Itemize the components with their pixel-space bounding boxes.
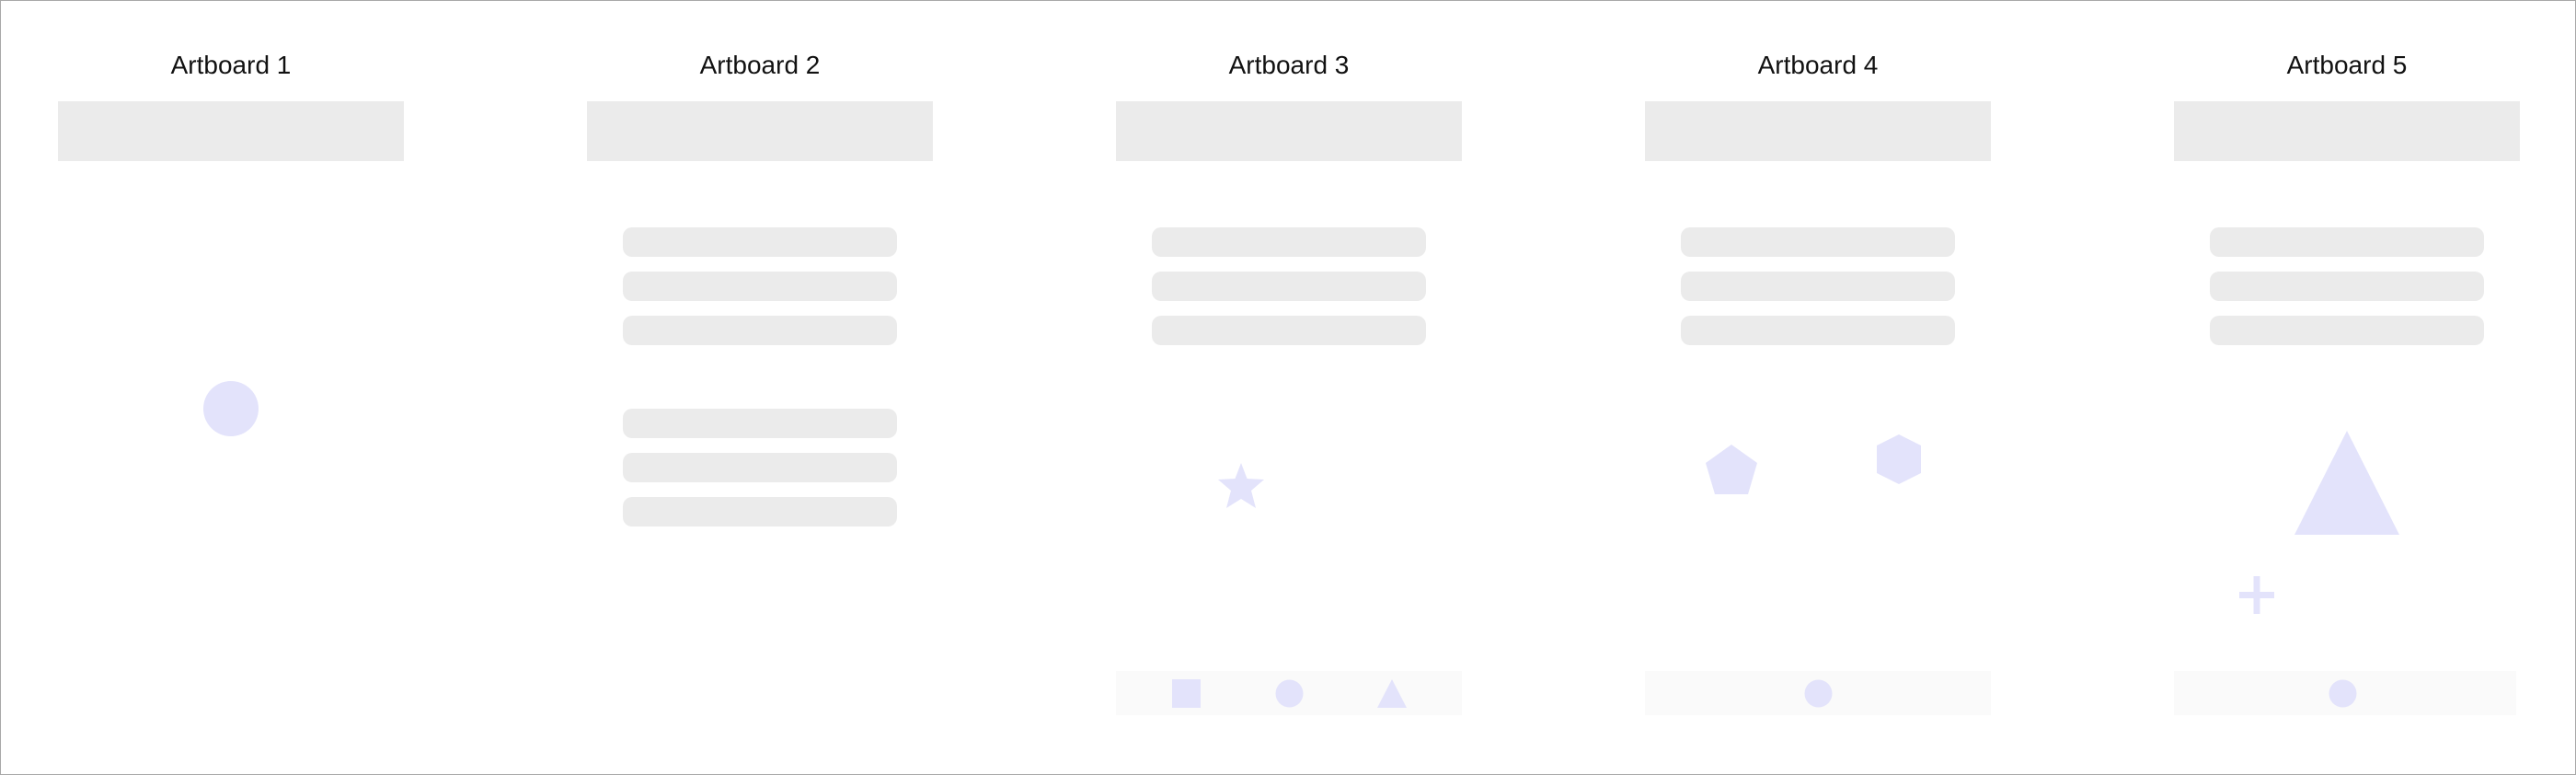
artboard-3[interactable]: Artboard 3: [1116, 1, 1462, 774]
list-item-placeholder: [1681, 227, 1955, 257]
header-placeholder: [58, 101, 404, 161]
plus-icon: [2239, 576, 2274, 614]
circle-icon: [203, 381, 259, 436]
artboard-title: Artboard 5: [2286, 51, 2408, 79]
list-item-placeholder: [623, 316, 897, 345]
square-icon[interactable]: [1172, 679, 1201, 708]
design-canvas: Artboard 1 Artboard 2 Artboard 3 Artboar…: [0, 0, 2576, 775]
pentagon-icon: [1706, 445, 1757, 494]
list-item-placeholder: [623, 409, 897, 438]
list-item-placeholder: [623, 497, 897, 526]
hexagon-icon: [1877, 434, 1921, 484]
artboard-title: Artboard 1: [170, 51, 292, 79]
list-item-placeholder: [2210, 272, 2484, 301]
list-item-placeholder: [1152, 316, 1426, 345]
circle-icon[interactable]: [1275, 679, 1304, 708]
header-placeholder: [587, 101, 933, 161]
list-item-placeholder: [623, 453, 897, 482]
bottom-nav-bar: [1645, 671, 1991, 715]
star-icon: [1218, 463, 1264, 508]
header-placeholder: [1116, 101, 1462, 161]
list-item-placeholder: [1681, 272, 1955, 301]
list-item-placeholder: [623, 227, 897, 257]
artboard-title: Artboard 3: [1228, 51, 1350, 79]
list-item-placeholder: [2210, 316, 2484, 345]
list-item-placeholder: [1152, 227, 1426, 257]
circle-icon[interactable]: [2329, 679, 2357, 708]
artboard-5[interactable]: Artboard 5: [2174, 1, 2520, 774]
header-placeholder: [1645, 101, 1991, 161]
artboard-1[interactable]: Artboard 1: [58, 1, 404, 774]
list-item-placeholder: [2210, 227, 2484, 257]
circle-icon[interactable]: [1804, 679, 1833, 708]
bottom-nav-bar: [1116, 671, 1462, 715]
artboard-2[interactable]: Artboard 2: [587, 1, 933, 774]
list-item-placeholder: [623, 272, 897, 301]
artboard-4[interactable]: Artboard 4: [1645, 1, 1991, 774]
triangle-icon[interactable]: [1377, 679, 1407, 708]
bottom-nav-bar: [2174, 671, 2516, 715]
header-placeholder: [2174, 101, 2520, 161]
triangle-icon: [2294, 431, 2399, 535]
artboard-title: Artboard 4: [1757, 51, 1879, 79]
artboard-title: Artboard 2: [699, 51, 821, 79]
list-item-placeholder: [1681, 316, 1955, 345]
list-item-placeholder: [1152, 272, 1426, 301]
